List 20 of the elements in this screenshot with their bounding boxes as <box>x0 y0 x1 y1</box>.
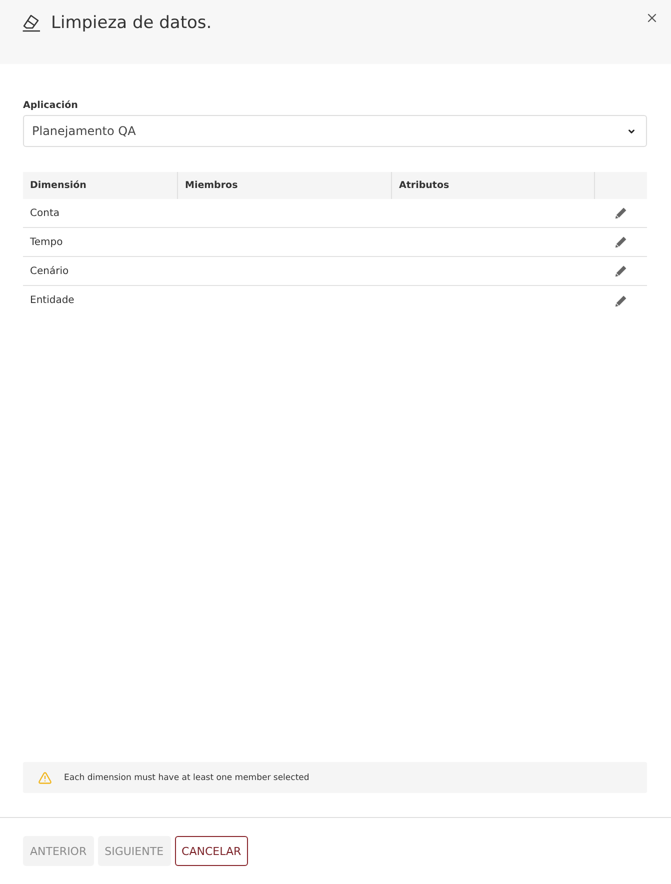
column-header: Miembros <box>178 172 392 199</box>
table-cell-text: Tempo <box>29 236 64 250</box>
warning-message: Each dimension must have at least one member selected <box>64 772 310 782</box>
pencil-icon[interactable] <box>615 207 627 219</box>
table-cell-text: Cenário <box>29 264 70 278</box>
pencil-icon[interactable] <box>615 294 627 306</box>
warning-icon <box>38 770 52 784</box>
pencil-icon[interactable] <box>615 265 627 277</box>
dialog-title: Limpieza de datos. <box>51 12 212 34</box>
eraser-icon <box>22 14 41 32</box>
table-cell-text: Conta <box>29 206 60 220</box>
column-header: Atributos <box>392 172 595 199</box>
footer-button[interactable]: CANCELAR <box>174 836 248 866</box>
column-header: Dimensión <box>23 172 178 199</box>
table-cell-text: Entidade <box>29 294 76 308</box>
pencil-icon[interactable] <box>615 236 627 248</box>
chevron-down-icon <box>627 126 636 136</box>
close-icon[interactable] <box>645 11 659 25</box>
application-dropdown[interactable]: Planejamento QA <box>23 115 647 147</box>
field-label: Aplicación <box>23 100 78 112</box>
